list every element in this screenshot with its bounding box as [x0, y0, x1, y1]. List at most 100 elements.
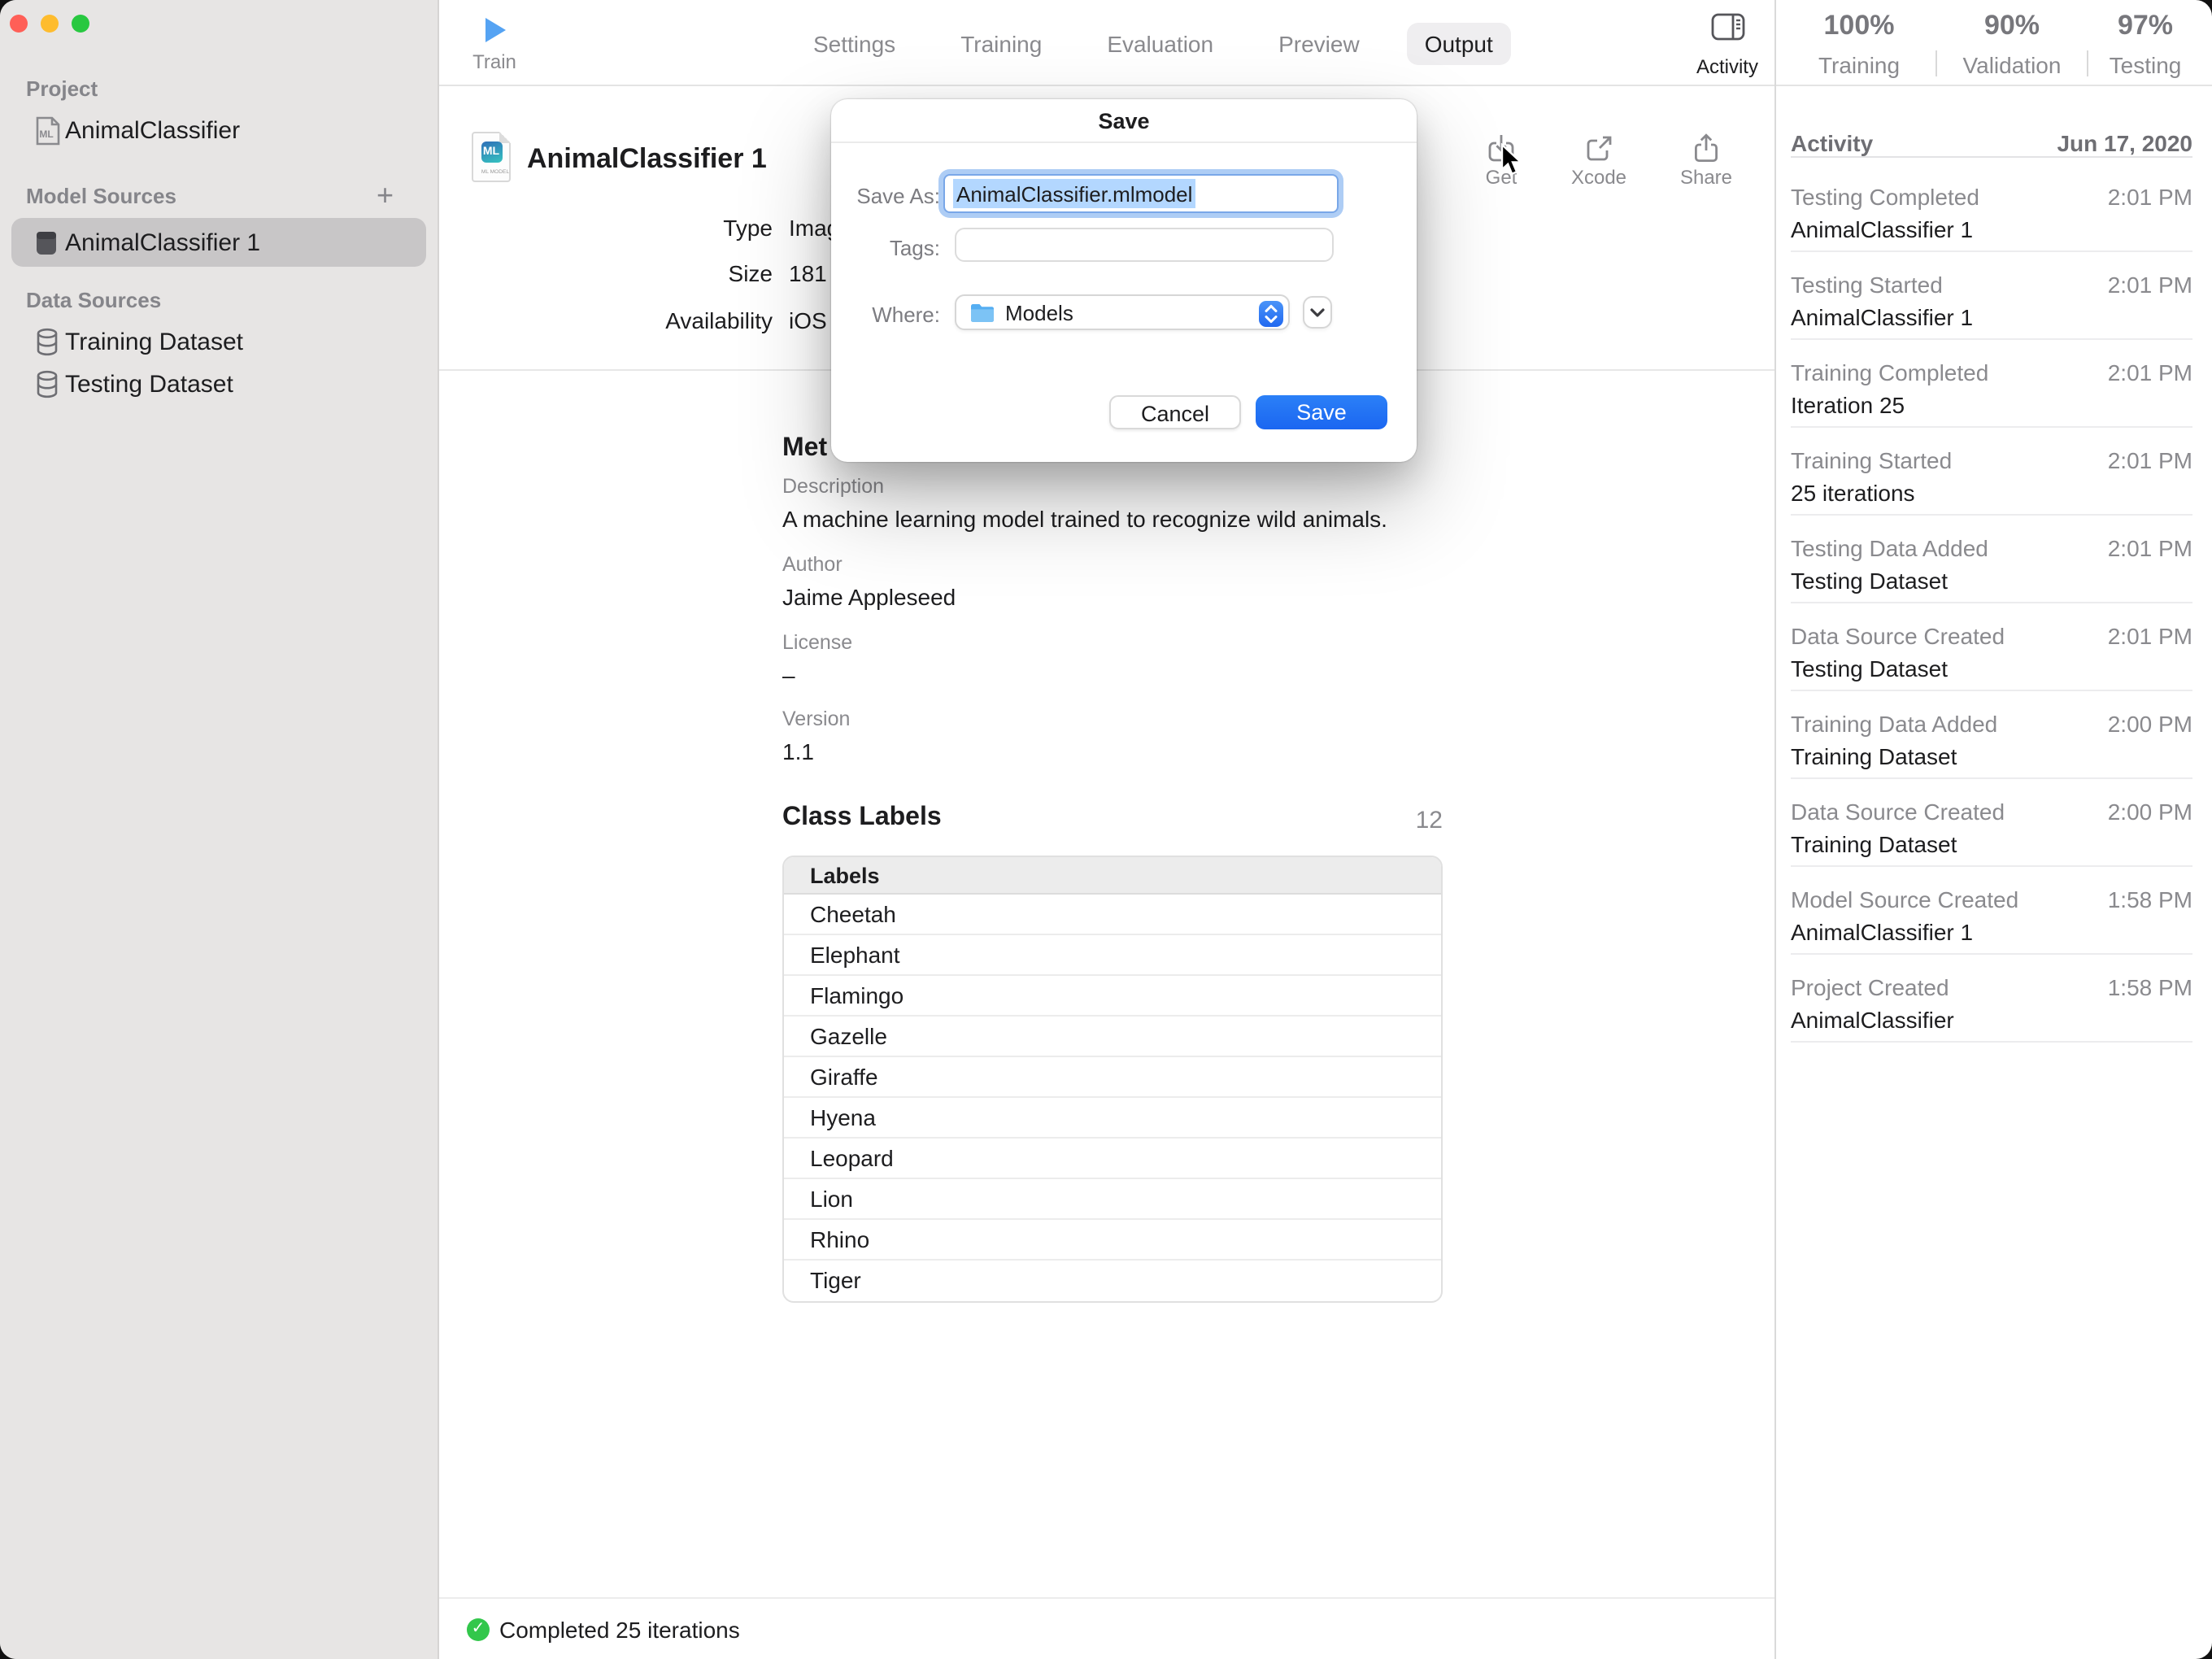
testing-percent: 97%: [2088, 10, 2202, 42]
activity-panel-header: Activity Jun 17, 2020: [1791, 130, 2192, 156]
activity-panel-date: Jun 17, 2020: [2057, 130, 2192, 156]
createml-window: Project ML AnimalClassifier Model Source…: [0, 0, 2212, 1659]
status-bar-divider: [439, 1597, 1774, 1599]
training-label: Training: [1797, 52, 1921, 78]
table-row[interactable]: Lion: [784, 1179, 1441, 1220]
tab-bar: Settings Training Evaluation Preview Out…: [781, 21, 1526, 65]
save-dialog: Save Save As: AnimalClassifier.mlmodel T…: [831, 99, 1417, 462]
activity-entry: Testing Data Added2:01 PM Testing Datase…: [1791, 516, 2192, 603]
activity-entry: Model Source Created1:58 PM AnimalClassi…: [1791, 867, 2192, 955]
table-row[interactable]: Rhino: [784, 1220, 1441, 1261]
author-value: Jaime Appleseed: [782, 584, 956, 610]
train-button[interactable]: Train: [468, 16, 520, 73]
sidebar-item-label: Testing Dataset: [65, 371, 233, 398]
open-in-xcode-icon: [1583, 133, 1615, 164]
validation-percent: 90%: [1945, 10, 2079, 42]
table-row[interactable]: Tiger: [784, 1261, 1441, 1301]
tab-evaluation[interactable]: Evaluation: [1089, 22, 1231, 64]
chevron-down-icon: [1309, 307, 1326, 318]
model-icon: [34, 229, 62, 260]
validation-label: Validation: [1945, 52, 2079, 78]
where-popup-button[interactable]: Models: [955, 294, 1290, 330]
sidebar-header-data-sources: Data Sources: [26, 288, 161, 312]
activity-entry: Testing Completed2:01 PM AnimalClassifie…: [1791, 158, 2192, 252]
metadata-heading: Met: [782, 434, 827, 464]
table-row[interactable]: Flamingo: [784, 976, 1441, 1017]
mouse-cursor: [1500, 143, 1524, 185]
page-title: AnimalClassifier 1: [527, 143, 767, 176]
stat-separator: [1936, 50, 1937, 76]
share-button-label: Share: [1667, 166, 1745, 189]
table-row[interactable]: Gazelle: [784, 1017, 1441, 1057]
sidebar-item-training-dataset[interactable]: Training Dataset: [0, 325, 439, 361]
version-value: 1.1: [782, 738, 814, 764]
activity-toggle-button[interactable]: Activity: [1692, 13, 1763, 78]
author-label: Author: [782, 553, 843, 576]
train-button-label: Train: [468, 50, 520, 73]
table-row[interactable]: Hyena: [784, 1098, 1441, 1139]
table-row[interactable]: Elephant: [784, 935, 1441, 976]
license-label: License: [782, 631, 852, 654]
cancel-button[interactable]: Cancel: [1109, 395, 1241, 429]
sidebar: Project ML AnimalClassifier Model Source…: [0, 0, 439, 1659]
stat-training: 100% Training: [1797, 10, 1921, 78]
table-row[interactable]: Leopard: [784, 1139, 1441, 1179]
save-button[interactable]: Save: [1256, 395, 1387, 429]
table-row[interactable]: Giraffe: [784, 1057, 1441, 1098]
stat-testing: 97% Testing: [2088, 10, 2202, 78]
add-model-source-button[interactable]: +: [377, 184, 394, 207]
sidebar-item-label: AnimalClassifier: [65, 117, 240, 145]
xcode-button[interactable]: Xcode: [1560, 133, 1638, 189]
where-popup-value: Models: [1005, 300, 1073, 324]
success-check-icon: ✓: [467, 1618, 490, 1641]
save-as-label: Save As:: [831, 184, 940, 208]
class-labels-heading: Class Labels: [782, 803, 942, 833]
activity-button-label: Activity: [1692, 55, 1763, 78]
mlmodel-file-icon: ML ML MODEL: [472, 132, 511, 182]
activity-entry: Training Started2:01 PM 25 iterations: [1791, 428, 2192, 516]
sidebar-item-project[interactable]: ML AnimalClassifier: [0, 114, 439, 150]
filename-input[interactable]: AnimalClassifier.mlmodel: [943, 174, 1339, 213]
tab-preview[interactable]: Preview: [1261, 22, 1378, 64]
status-bar: ✓ Completed 25 iterations: [467, 1617, 740, 1643]
expand-dialog-button[interactable]: [1303, 296, 1332, 329]
tab-output[interactable]: Output: [1407, 22, 1511, 64]
description-value: A machine learning model trained to reco…: [782, 506, 1387, 532]
database-icon: [34, 369, 62, 400]
tab-training[interactable]: Training: [943, 22, 1060, 64]
zoom-window-button[interactable]: [71, 15, 89, 33]
class-labels-count: 12: [1280, 807, 1443, 834]
sidebar-item-label: AnimalClassifier 1: [65, 229, 260, 257]
ml-document-icon: ML: [34, 115, 62, 146]
stat-validation: 90% Validation: [1945, 10, 2079, 78]
where-label: Where:: [831, 303, 940, 327]
share-button[interactable]: Share: [1667, 133, 1745, 189]
sidebar-item-testing-dataset[interactable]: Testing Dataset: [0, 368, 439, 403]
testing-label: Testing: [2088, 52, 2202, 78]
tags-label: Tags:: [831, 236, 940, 260]
folder-icon: [969, 302, 995, 323]
filename-selected-text: AnimalClassifier.mlmodel: [953, 179, 1195, 208]
sidebar-header-project: Project: [26, 76, 98, 101]
version-label: Version: [782, 708, 850, 730]
popup-stepper-icon: [1259, 300, 1283, 326]
xcode-button-label: Xcode: [1560, 166, 1638, 189]
table-row[interactable]: Cheetah: [784, 895, 1441, 935]
license-value: –: [782, 662, 795, 688]
activity-entry: Training Completed2:01 PM Iteration 25: [1791, 340, 2192, 428]
activity-entry: Project Created1:58 PM AnimalClassifier: [1791, 955, 2192, 1043]
sidebar-item-model-source[interactable]: AnimalClassifier 1: [0, 226, 439, 262]
database-icon: [34, 327, 62, 358]
minimize-window-button[interactable]: [40, 15, 58, 33]
close-window-button[interactable]: [9, 15, 27, 33]
sidebar-header-model-sources: Model Sources +: [26, 184, 416, 208]
activity-list: Testing Completed2:01 PM AnimalClassifie…: [1791, 158, 2192, 1043]
training-percent: 100%: [1797, 10, 1921, 42]
description-label: Description: [782, 475, 884, 498]
tags-input[interactable]: [955, 228, 1334, 262]
tab-settings[interactable]: Settings: [795, 22, 913, 64]
activity-panel-divider: [1774, 0, 1776, 1659]
activity-panel-title: Activity: [1791, 130, 1873, 156]
activity-entry: Training Data Added2:00 PM Training Data…: [1791, 691, 2192, 779]
sidebar-panel-icon: [1710, 13, 1744, 41]
